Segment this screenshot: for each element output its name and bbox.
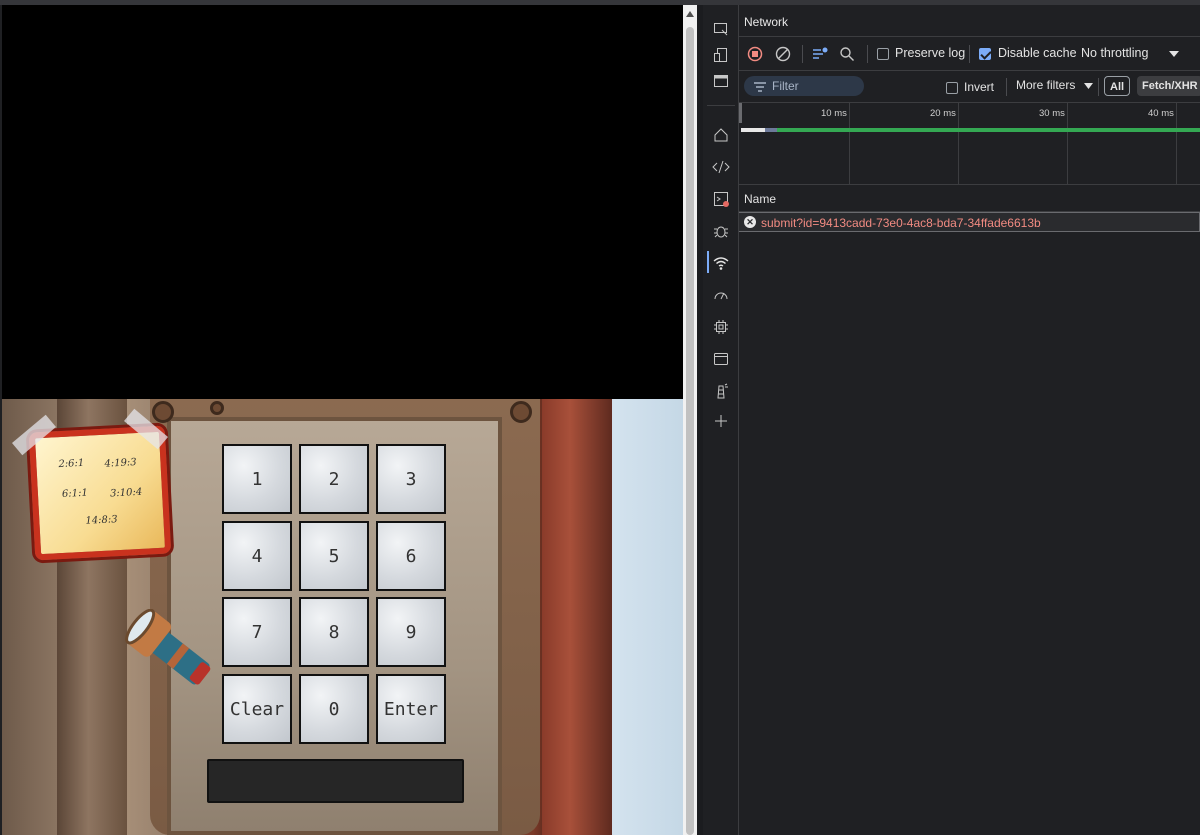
timeline-bar: [765, 128, 777, 132]
timeline-tick: 40 ms: [1148, 108, 1174, 119]
timeline-tick: 10 ms: [821, 108, 847, 119]
request-name: submit?id=9413cadd-73e0-4ac8-bda7-34ffad…: [761, 216, 1041, 230]
chevron-down-icon[interactable]: [1084, 83, 1093, 89]
devtools-sidebar: [703, 5, 739, 835]
bug-icon[interactable]: [711, 221, 731, 241]
disable-cache-checkbox[interactable]: [979, 48, 991, 60]
devtools-panel: Network Preserve log Disable cache No th…: [703, 5, 1200, 835]
record-stop-icon[interactable]: [747, 46, 763, 62]
flashlight-icon[interactable]: [122, 609, 222, 699]
code-icon[interactable]: [711, 157, 731, 177]
note-code: 3:10:4: [109, 486, 143, 500]
key-6[interactable]: 6: [376, 521, 446, 591]
clear-button[interactable]: Clear: [222, 674, 292, 744]
code-display: [207, 759, 464, 803]
panel-header: Network: [739, 5, 1200, 37]
timeline-bar: [741, 128, 765, 132]
key-8[interactable]: 8: [299, 597, 369, 667]
console-icon[interactable]: [711, 189, 731, 209]
bolt: [152, 401, 174, 423]
filter-chip-all[interactable]: All: [1104, 76, 1131, 96]
name-column-header[interactable]: Name: [744, 192, 776, 206]
key-3[interactable]: 3: [376, 444, 446, 514]
more-filters-dropdown[interactable]: More filters: [1016, 78, 1075, 92]
key-9[interactable]: 9: [376, 597, 446, 667]
filter-settings-icon[interactable]: [811, 45, 829, 63]
preserve-log-label: Preserve log: [895, 46, 966, 60]
note-code: 2:6:1: [58, 457, 85, 471]
device-icon[interactable]: [711, 45, 731, 65]
request-row[interactable]: ✕ submit?id=9413cadd-73e0-4ac8-bda7-34ff…: [739, 212, 1200, 232]
red-door-edge: [542, 399, 612, 835]
page-scrollbar[interactable]: [683, 5, 697, 835]
key-0[interactable]: 0: [299, 674, 369, 744]
lighthouse-icon[interactable]: [711, 381, 731, 401]
timeline-tick: 20 ms: [930, 108, 956, 119]
code-note[interactable]: 2:6:1 4:19:3 6:1:1 3:10:4 14:8:3: [28, 425, 172, 561]
scroll-up-icon[interactable]: [686, 11, 694, 17]
enter-button[interactable]: Enter: [376, 674, 446, 744]
filter-icon: [754, 82, 766, 92]
memory-icon[interactable]: [711, 317, 731, 337]
disable-cache-label: Disable cache: [998, 46, 1077, 60]
add-icon[interactable]: [711, 411, 731, 431]
key-5[interactable]: 5: [299, 521, 369, 591]
invert-checkbox[interactable]: [946, 82, 958, 94]
invert-label: Invert: [964, 80, 995, 94]
window-icon[interactable]: [711, 71, 731, 91]
network-panel: Network Preserve log Disable cache No th…: [739, 5, 1200, 835]
active-indicator: [707, 251, 709, 273]
filter-chip-fetch-xhr[interactable]: Fetch/XHR: [1137, 76, 1200, 96]
key-2[interactable]: 2: [299, 444, 369, 514]
note-code: 14:8:3: [85, 514, 118, 527]
scrollbar-thumb[interactable]: [686, 27, 694, 835]
note-code: 4:19:3: [104, 457, 137, 470]
key-4[interactable]: 4: [222, 521, 292, 591]
timeline-bar: [777, 128, 1200, 132]
chevron-down-icon[interactable]: [1168, 50, 1180, 58]
network-timeline: 10 ms 20 ms 30 ms 40 ms: [739, 103, 1200, 185]
note-code: 6:1:1: [61, 487, 89, 500]
filter-bar: Filter Invert More filters All Fetch/XHR: [739, 71, 1200, 103]
bolt: [510, 401, 532, 423]
bolt: [210, 401, 224, 415]
clear-icon[interactable]: [775, 46, 791, 62]
key-1[interactable]: 1: [222, 444, 292, 514]
network-icon[interactable]: [711, 253, 731, 273]
throttling-select[interactable]: No throttling: [1081, 46, 1148, 60]
inspect-icon[interactable]: [711, 19, 731, 39]
performance-icon[interactable]: [711, 285, 731, 305]
preserve-log-checkbox[interactable]: [877, 48, 889, 60]
application-icon[interactable]: [711, 349, 731, 369]
home-icon[interactable]: [711, 125, 731, 145]
key-7[interactable]: 7: [222, 597, 292, 667]
requests-header: Name: [739, 185, 1200, 212]
search-icon[interactable]: [839, 46, 855, 62]
error-icon: ✕: [744, 216, 756, 228]
panel-title: Network: [744, 15, 789, 29]
timeline-tick: 30 ms: [1039, 108, 1065, 119]
network-toolbar: Preserve log Disable cache No throttling: [739, 37, 1200, 71]
video-area: [2, 5, 683, 399]
game-viewport: 2:6:1 4:19:3 6:1:1 3:10:4 14:8:3 1 2 3 4…: [2, 5, 683, 835]
